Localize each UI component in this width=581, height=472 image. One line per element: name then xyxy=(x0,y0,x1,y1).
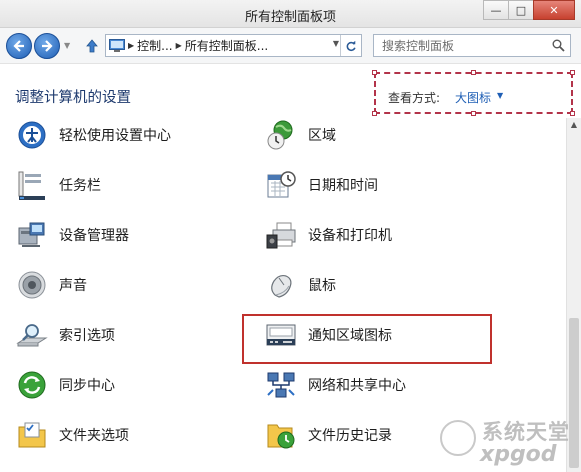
sync-center-icon xyxy=(16,369,48,401)
search-icon[interactable] xyxy=(552,39,565,52)
item-taskbar[interactable]: 任务栏 xyxy=(16,168,101,202)
item-label: 任务栏 xyxy=(59,178,101,194)
item-label: 区域 xyxy=(308,128,336,144)
view-by-label: 查看方式: xyxy=(388,91,441,105)
scroll-up-arrow-icon[interactable]: ▲ xyxy=(567,118,581,132)
item-label: 声音 xyxy=(59,278,87,294)
window-controls: — □ ✕ xyxy=(483,0,575,20)
item-indexing-options[interactable]: 索引选项 xyxy=(16,318,115,352)
item-label: 文件夹选项 xyxy=(59,428,129,444)
item-label: 日期和时间 xyxy=(308,178,378,194)
device-manager-icon xyxy=(16,219,48,251)
view-by-chevron-icon[interactable]: ▼ xyxy=(497,91,503,100)
breadcrumb-all-items[interactable]: 所有控制面板... xyxy=(185,37,268,54)
taskbar-icon xyxy=(16,169,48,201)
title-bar: 所有控制面板项 — □ ✕ xyxy=(0,0,581,28)
back-button[interactable] xyxy=(6,33,32,59)
breadcrumb-control-panel[interactable]: 控制... xyxy=(137,37,172,54)
item-label: 轻松使用设置中心 xyxy=(59,128,171,144)
navigation-bar: ▼ ▶ 控制... ▶ 所有控制面板... ▼ xyxy=(0,28,581,64)
back-arrow-icon xyxy=(13,40,24,52)
item-label: 设备管理器 xyxy=(59,228,129,244)
item-label: 设备和打印机 xyxy=(308,228,392,244)
item-region[interactable]: 区域 xyxy=(265,118,336,152)
maximize-button[interactable]: □ xyxy=(508,0,534,20)
selection-handle xyxy=(471,111,476,116)
up-level-button[interactable] xyxy=(82,36,102,56)
item-label: 鼠标 xyxy=(308,278,336,294)
refresh-icon xyxy=(346,40,356,51)
item-label: 网络和共享中心 xyxy=(308,378,406,394)
up-arrow-icon xyxy=(86,39,98,53)
item-ease-of-access[interactable]: 轻松使用设置中心 xyxy=(16,118,171,152)
ease-of-access-icon xyxy=(16,119,48,151)
close-button[interactable]: ✕ xyxy=(533,0,575,20)
item-file-history[interactable]: 文件历史记录 xyxy=(265,418,392,452)
selection-handle xyxy=(570,70,575,75)
refresh-button[interactable] xyxy=(340,35,361,56)
item-network-sharing[interactable]: 网络和共享中心 xyxy=(265,368,406,402)
indexing-options-icon xyxy=(16,319,48,351)
item-devices-printers[interactable]: 设备和打印机 xyxy=(265,218,392,252)
watermark-logo-icon xyxy=(440,420,476,456)
folder-options-icon xyxy=(16,419,48,451)
item-label: 同步中心 xyxy=(59,378,115,394)
view-by-dropdown[interactable]: 大图标 xyxy=(455,89,491,106)
selection-handle xyxy=(372,70,377,75)
address-bar[interactable]: ▶ 控制... ▶ 所有控制面板... ▼ xyxy=(105,34,362,57)
network-sharing-icon xyxy=(265,369,297,401)
forward-button[interactable] xyxy=(34,33,60,59)
breadcrumb-separator-icon: ▶ xyxy=(128,41,135,50)
sound-icon xyxy=(16,269,48,301)
address-dropdown-icon[interactable]: ▼ xyxy=(333,39,339,48)
watermark-domain: xpgod xyxy=(480,442,557,467)
selection-handle xyxy=(570,111,575,116)
item-sound[interactable]: 声音 xyxy=(16,268,87,302)
breadcrumb-separator-icon: ▶ xyxy=(175,41,182,50)
item-label: 文件历史记录 xyxy=(308,428,392,444)
date-time-icon xyxy=(265,169,297,201)
item-date-time[interactable]: 日期和时间 xyxy=(265,168,378,202)
control-panel-icon xyxy=(109,39,125,52)
item-device-manager[interactable]: 设备管理器 xyxy=(16,218,129,252)
site-watermark: 系统天堂 xpgod xyxy=(440,410,581,472)
highlight-frame xyxy=(242,314,492,364)
mouse-icon xyxy=(265,269,297,301)
minimize-button[interactable]: — xyxy=(483,0,509,20)
search-box[interactable] xyxy=(373,34,571,57)
devices-printers-icon xyxy=(265,219,297,251)
recent-locations-chevron-icon[interactable]: ▼ xyxy=(64,41,70,50)
item-mouse[interactable]: 鼠标 xyxy=(265,268,336,302)
selection-handle xyxy=(471,70,476,75)
item-sync-center[interactable]: 同步中心 xyxy=(16,368,115,402)
item-label: 索引选项 xyxy=(59,328,115,344)
page-heading: 调整计算机的设置 xyxy=(15,90,131,106)
forward-arrow-icon xyxy=(42,40,53,52)
selection-handle xyxy=(372,111,377,116)
search-input[interactable] xyxy=(374,35,544,56)
item-folder-options[interactable]: 文件夹选项 xyxy=(16,418,129,452)
region-icon xyxy=(265,119,297,151)
view-by-control: 查看方式: 大图标 ▼ xyxy=(372,70,575,116)
file-history-icon xyxy=(265,419,297,451)
